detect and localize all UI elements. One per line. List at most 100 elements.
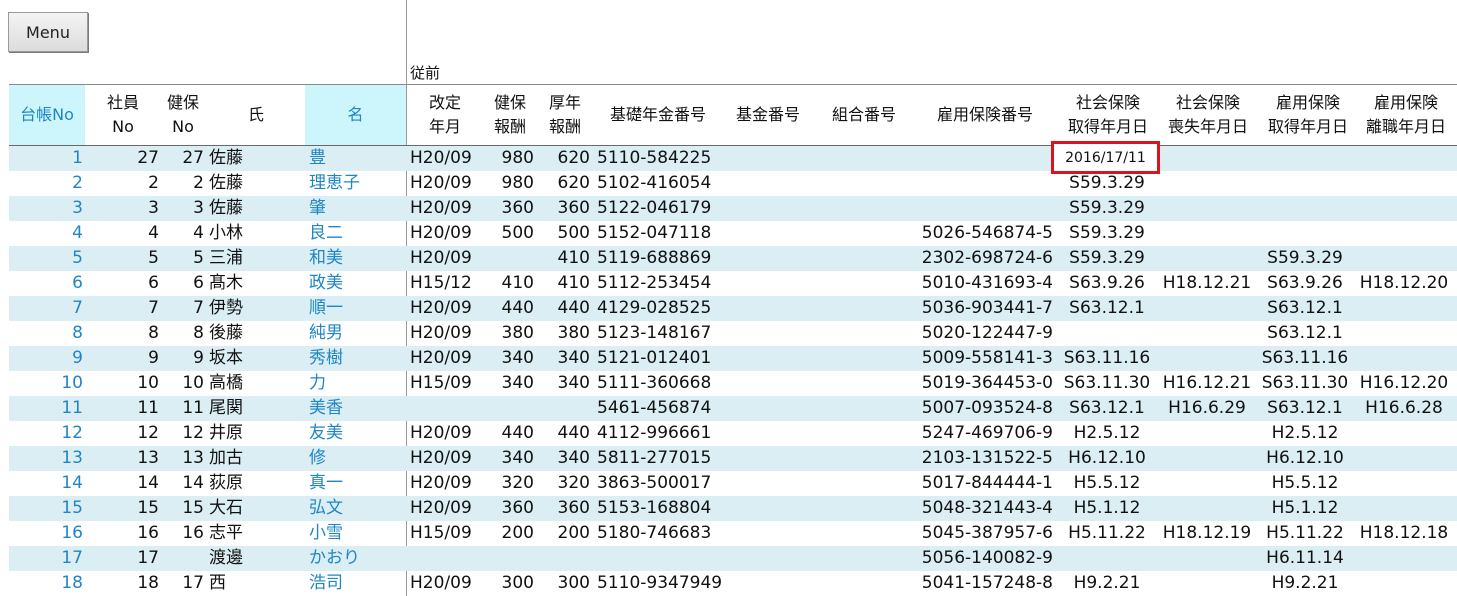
cell-shakai-soshitsu[interactable]: [1159, 196, 1255, 221]
cell-kounen-hoshu[interactable]: 200: [534, 521, 590, 546]
cell-kounen-hoshu[interactable]: 440: [534, 421, 590, 446]
cell-kiso-nenkin[interactable]: 5461-456874: [597, 396, 727, 421]
cell-kounen-hoshu[interactable]: 380: [534, 321, 590, 346]
cell-shakai-soshitsu[interactable]: H16.6.29: [1159, 396, 1255, 421]
cell-koyo-shutoku[interactable]: [1257, 146, 1353, 171]
header-shakai-hoken-shutoku[interactable]: 社会保険 取得年月日: [1060, 85, 1156, 145]
header-kenpo-hoshu[interactable]: 健保 報酬: [484, 85, 536, 145]
cell-koyo-rishoku[interactable]: H18.12.20: [1353, 271, 1455, 296]
cell-shain-no[interactable]: 14: [89, 471, 159, 496]
cell-shakai-soshitsu[interactable]: [1159, 171, 1255, 196]
cell-shain-no[interactable]: 10: [89, 371, 159, 396]
cell-sei[interactable]: 西: [209, 571, 289, 596]
cell-koyo-shutoku[interactable]: H2.5.12: [1257, 421, 1353, 446]
cell-kounen-hoshu[interactable]: 340: [534, 446, 590, 471]
header-kikin-bango[interactable]: 基金番号: [722, 85, 814, 145]
cell-koyo-shutoku[interactable]: [1257, 196, 1353, 221]
cell-kenpo-no[interactable]: 11: [159, 396, 204, 421]
cell-koyo-rishoku[interactable]: [1353, 221, 1455, 246]
cell-koyo-hoken-bango[interactable]: 5019-364453-0: [889, 371, 1053, 396]
cell-sei[interactable]: 井原: [209, 421, 289, 446]
cell-kiso-nenkin[interactable]: 5110-9347949: [597, 571, 727, 596]
header-daicho-no[interactable]: 台帳No: [9, 85, 85, 145]
cell-sei[interactable]: 伊勢: [209, 296, 289, 321]
cell-shakai-shutoku[interactable]: H5.11.22: [1059, 521, 1155, 546]
cell-shakai-shutoku[interactable]: S59.3.29: [1059, 221, 1155, 246]
cell-koyo-shutoku[interactable]: S59.3.29: [1257, 246, 1353, 271]
cell-koyo-rishoku[interactable]: [1353, 321, 1455, 346]
cell-kenpo-hoshu[interactable]: 440: [479, 296, 534, 321]
cell-kenpo-hoshu[interactable]: 200: [479, 521, 534, 546]
cell-koyo-hoken-bango[interactable]: 2302-698724-6: [889, 246, 1053, 271]
cell-kounen-hoshu[interactable]: [534, 546, 590, 571]
cell-koyo-hoken-bango[interactable]: [889, 196, 1053, 221]
cell-shain-no[interactable]: 27: [89, 146, 159, 171]
cell-koyo-rishoku[interactable]: [1353, 346, 1455, 371]
cell-mei[interactable]: 肇: [309, 196, 404, 221]
cell-shakai-soshitsu[interactable]: [1159, 546, 1255, 571]
cell-shakai-soshitsu[interactable]: [1159, 471, 1255, 496]
cell-shakai-soshitsu[interactable]: [1159, 296, 1255, 321]
cell-kenpo-hoshu[interactable]: 980: [479, 171, 534, 196]
cell-koyo-rishoku[interactable]: [1353, 146, 1455, 171]
cell-kiso-nenkin[interactable]: 4129-028525: [597, 296, 727, 321]
cell-kounen-hoshu[interactable]: 440: [534, 296, 590, 321]
cell-koyo-shutoku[interactable]: H5.5.12: [1257, 471, 1353, 496]
cell-kaitei[interactable]: H20/09: [410, 296, 480, 321]
cell-kaitei[interactable]: H20/09: [410, 571, 480, 596]
cell-daicho-no[interactable]: 5: [11, 246, 83, 271]
cell-kenpo-hoshu[interactable]: 300: [479, 571, 534, 596]
cell-koyo-hoken-bango[interactable]: 5036-903441-7: [889, 296, 1053, 321]
cell-koyo-hoken-bango[interactable]: [889, 146, 1053, 171]
cell-kenpo-no[interactable]: 12: [159, 421, 204, 446]
cell-koyo-shutoku[interactable]: H5.1.12: [1257, 496, 1353, 521]
cell-kenpo-hoshu[interactable]: [479, 246, 534, 271]
cell-koyo-rishoku[interactable]: [1353, 296, 1455, 321]
cell-kiso-nenkin[interactable]: 3863-500017: [597, 471, 727, 496]
cell-mei[interactable]: 力: [309, 371, 404, 396]
header-kumiai-bango[interactable]: 組合番号: [818, 85, 910, 145]
cell-shain-no[interactable]: 7: [89, 296, 159, 321]
cell-mei[interactable]: 良二: [309, 221, 404, 246]
cell-shain-no[interactable]: 16: [89, 521, 159, 546]
cell-shakai-shutoku[interactable]: H9.2.21: [1059, 571, 1155, 596]
cell-kiso-nenkin[interactable]: 5123-148167: [597, 321, 727, 346]
cell-shakai-shutoku[interactable]: S59.3.29: [1059, 246, 1155, 271]
cell-kaitei[interactable]: H20/09: [410, 421, 480, 446]
cell-daicho-no[interactable]: 18: [11, 571, 83, 596]
cell-kiso-nenkin[interactable]: 5111-360668: [597, 371, 727, 396]
header-kounen-hoshu[interactable]: 厚年 報酬: [538, 85, 592, 145]
cell-koyo-hoken-bango[interactable]: 5020-122447-9: [889, 321, 1053, 346]
cell-koyo-hoken-bango[interactable]: [889, 171, 1053, 196]
header-shakai-hoken-soshitsu[interactable]: 社会保険 喪失年月日: [1160, 85, 1256, 145]
cell-shakai-shutoku[interactable]: S63.11.16: [1059, 346, 1155, 371]
table-row[interactable]: 2 2 2 佐藤 理恵子 H20/09 980 620 5102-416054 S59.3.29: [9, 171, 1457, 196]
cell-koyo-hoken-bango[interactable]: 5247-469706-9: [889, 421, 1053, 446]
cell-shakai-soshitsu[interactable]: [1159, 246, 1255, 271]
header-kiso-nenkin-bango[interactable]: 基礎年金番号: [596, 85, 720, 145]
cell-shakai-shutoku[interactable]: S63.11.30: [1059, 371, 1155, 396]
cell-koyo-hoken-bango[interactable]: 5010-431693-4: [889, 271, 1053, 296]
header-koyo-hoken-rishoku[interactable]: 雇用保険 離職年月日: [1358, 85, 1454, 145]
cell-kenpo-hoshu[interactable]: 360: [479, 196, 534, 221]
cell-koyo-shutoku[interactable]: S63.11.30: [1257, 371, 1353, 396]
cell-kiso-nenkin[interactable]: 5811-277015: [597, 446, 727, 471]
cell-kaitei[interactable]: H20/09: [410, 346, 480, 371]
cell-koyo-hoken-bango[interactable]: 2103-131522-5: [889, 446, 1053, 471]
cell-kaitei[interactable]: H20/09: [410, 221, 480, 246]
cell-sei[interactable]: 大石: [209, 496, 289, 521]
cell-shain-no[interactable]: 17: [89, 546, 159, 571]
cell-mei[interactable]: 真一: [309, 471, 404, 496]
cell-kenpo-no[interactable]: 13: [159, 446, 204, 471]
cell-kounen-hoshu[interactable]: 620: [534, 171, 590, 196]
cell-kounen-hoshu[interactable]: 300: [534, 571, 590, 596]
cell-sei[interactable]: 小林: [209, 221, 289, 246]
cell-koyo-rishoku[interactable]: H18.12.18: [1353, 521, 1455, 546]
cell-kiso-nenkin[interactable]: [597, 546, 727, 571]
cell-daicho-no[interactable]: 2: [11, 171, 83, 196]
cell-kenpo-no[interactable]: 8: [159, 321, 204, 346]
cell-daicho-no[interactable]: 1: [11, 146, 83, 171]
cell-koyo-shutoku[interactable]: S63.12.1: [1257, 396, 1353, 421]
cell-kenpo-no[interactable]: 16: [159, 521, 204, 546]
cell-sei[interactable]: 髙木: [209, 271, 289, 296]
